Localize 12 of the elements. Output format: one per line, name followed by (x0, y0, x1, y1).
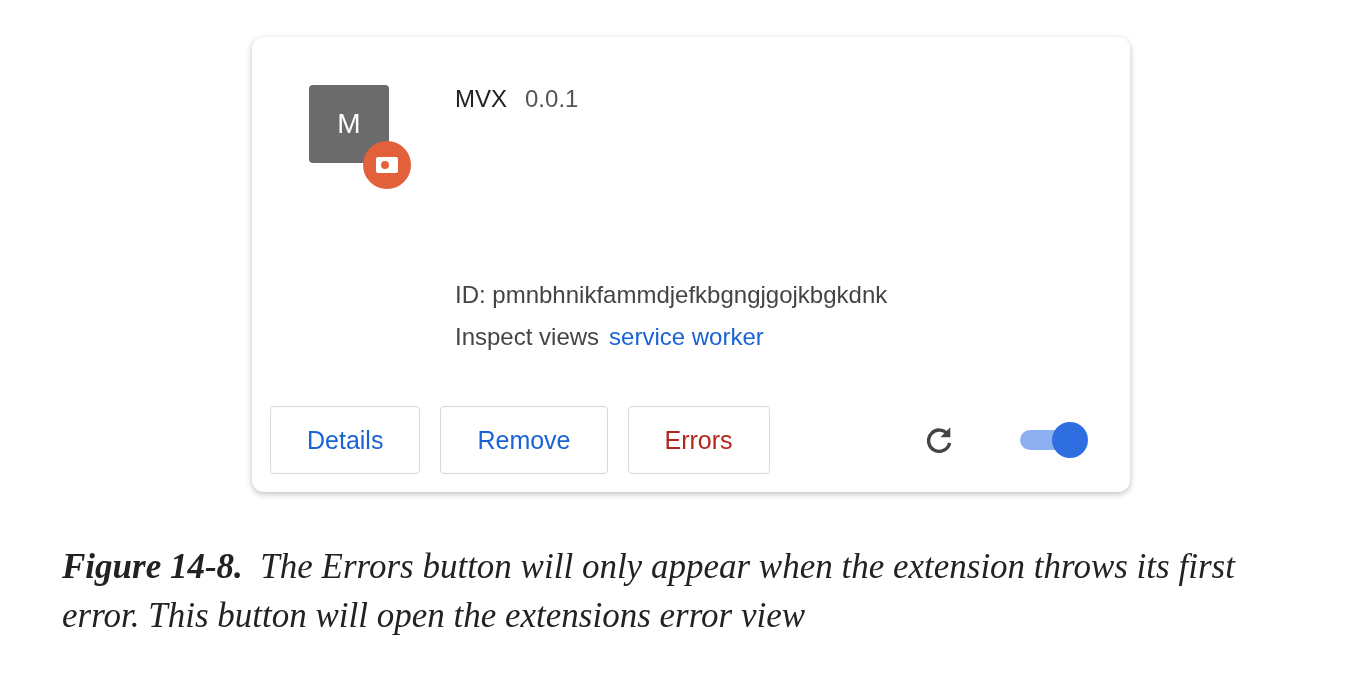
card-button[interactable]: Errors (627, 406, 770, 474)
extension-version: 0.0.1 (525, 85, 579, 113)
card-button[interactable]: Remove (440, 406, 608, 474)
extension-name: MVX (455, 85, 507, 113)
figure-caption: Figure 14-8. The Errors button will only appear when the extension throws its first error. This button will open the extensions error view (62, 546, 1237, 637)
inspect-label: Inspect views (455, 323, 600, 351)
enable-toggle[interactable] (1020, 420, 1090, 460)
card-button[interactable]: Details (270, 406, 421, 474)
extension-icon: M (309, 85, 389, 163)
camera-badge-icon (363, 141, 411, 189)
service-worker-link[interactable]: service worker (609, 323, 764, 351)
extension-id: ID: pmnbhnikfammdjefkbgngjgojkbgkdnk (455, 281, 888, 309)
